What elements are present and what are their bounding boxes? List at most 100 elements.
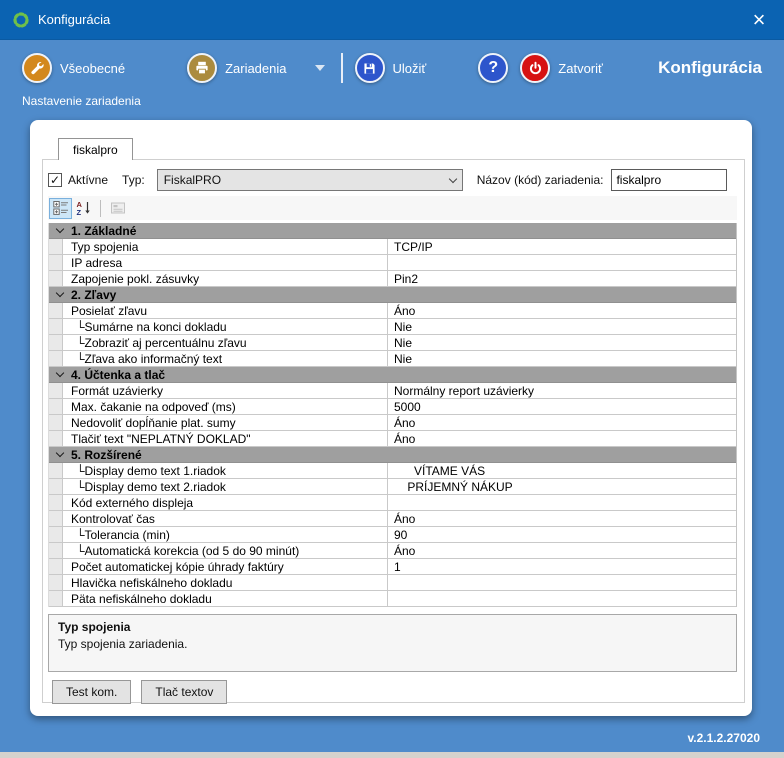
grid-property-row[interactable]: └Display demo text 2.riadok PRÍJEMNÝ NÁK…: [49, 479, 736, 495]
grid-category-row[interactable]: 1. Základné: [49, 223, 736, 239]
property-value[interactable]: VÍTAME VÁS: [388, 463, 736, 478]
property-value[interactable]: TCP/IP: [388, 239, 736, 254]
grid-property-row[interactable]: Päta nefiskálneho dokladu: [49, 591, 736, 607]
property-name[interactable]: └Zobraziť aj percentuálnu zľavu: [63, 335, 388, 350]
grid-property-row[interactable]: Nedovoliť dopĺňanie plat. sumyÁno: [49, 415, 736, 431]
chevron-down-icon[interactable]: [49, 453, 71, 456]
grid-property-row[interactable]: └Sumárne na konci dokladuNie: [49, 319, 736, 335]
property-name[interactable]: └Tolerancia (min): [63, 527, 388, 542]
property-name[interactable]: └Display demo text 2.riadok: [63, 479, 388, 494]
close-window-button[interactable]: Zatvoriť: [520, 53, 603, 83]
row-gutter: [49, 479, 63, 494]
main-toolbar: Všeobecné Zariadenia: [0, 44, 784, 92]
property-name[interactable]: Max. čakanie na odpoveď (ms): [63, 399, 388, 414]
row-gutter: [49, 575, 63, 590]
grid-property-row[interactable]: Počet automatickej kópie úhrady faktúry1: [49, 559, 736, 575]
grid-property-row[interactable]: IP adresa: [49, 255, 736, 271]
active-label: Aktívne: [68, 173, 108, 187]
property-name[interactable]: └Display demo text 1.riadok: [63, 463, 388, 478]
device-type-select[interactable]: FiskalPRO: [157, 169, 463, 191]
print-texts-button[interactable]: Tlač textov: [141, 680, 227, 704]
devices-dropdown-chevron-icon[interactable]: [315, 65, 325, 71]
grid-property-row[interactable]: Kontrolovať časÁno: [49, 511, 736, 527]
property-value[interactable]: PRÍJEMNÝ NÁKUP: [388, 479, 736, 494]
categorized-view-button[interactable]: [49, 198, 72, 219]
bottom-edge: [0, 752, 784, 758]
property-value[interactable]: Áno: [388, 415, 736, 430]
property-value[interactable]: Nie: [388, 335, 736, 350]
help-button[interactable]: ?: [478, 53, 508, 83]
property-value[interactable]: Nie: [388, 351, 736, 366]
property-name[interactable]: Hlavička nefiskálneho dokladu: [63, 575, 388, 590]
grid-property-row[interactable]: └Display demo text 1.riadok VÍTAME VÁS: [49, 463, 736, 479]
property-name[interactable]: └Automatická korekcia (od 5 do 90 minút): [63, 543, 388, 558]
property-name[interactable]: Tlačiť text "NEPLATNÝ DOKLAD": [63, 431, 388, 446]
property-value[interactable]: Pin2: [388, 271, 736, 286]
grid-property-row[interactable]: Formát uzávierkyNormálny report uzávierk…: [49, 383, 736, 399]
property-name[interactable]: Počet automatickej kópie úhrady faktúry: [63, 559, 388, 574]
close-icon[interactable]: ×: [744, 10, 774, 30]
property-name[interactable]: Formát uzávierky: [63, 383, 388, 398]
chevron-down-icon[interactable]: [49, 373, 71, 376]
row-gutter: [49, 255, 63, 270]
grid-property-row[interactable]: Zapojenie pokl. zásuvkyPin2: [49, 271, 736, 287]
power-icon: [520, 53, 550, 83]
property-value[interactable]: 90: [388, 527, 736, 542]
property-name[interactable]: Kontrolovať čas: [63, 511, 388, 526]
title-bar: Konfigurácia ×: [0, 0, 784, 40]
property-name[interactable]: Päta nefiskálneho dokladu: [63, 591, 388, 606]
property-value[interactable]: [388, 495, 736, 510]
property-value[interactable]: Nie: [388, 319, 736, 334]
property-value[interactable]: [388, 255, 736, 270]
grid-property-row[interactable]: Hlavička nefiskálneho dokladu: [49, 575, 736, 591]
property-name[interactable]: Posielať zľavu: [63, 303, 388, 318]
grid-property-row[interactable]: Typ spojeniaTCP/IP: [49, 239, 736, 255]
property-name[interactable]: Kód externého displeja: [63, 495, 388, 510]
property-name[interactable]: Typ spojenia: [63, 239, 388, 254]
device-name-input[interactable]: [611, 169, 727, 191]
property-value[interactable]: Áno: [388, 431, 736, 446]
page-title: Konfigurácia: [658, 58, 762, 78]
property-pages-button: [106, 198, 129, 219]
grid-category-row[interactable]: 5. Rozšírené: [49, 447, 736, 463]
property-value[interactable]: Normálny report uzávierky: [388, 383, 736, 398]
property-value[interactable]: Áno: [388, 511, 736, 526]
grid-property-row[interactable]: └Tolerancia (min)90: [49, 527, 736, 543]
grid-property-row[interactable]: └Automatická korekcia (od 5 do 90 minút)…: [49, 543, 736, 559]
property-name[interactable]: └Sumárne na konci dokladu: [63, 319, 388, 334]
grid-property-row[interactable]: Kód externého displeja: [49, 495, 736, 511]
device-name-label: Názov (kód) zariadenia:: [477, 173, 604, 187]
property-name[interactable]: IP adresa: [63, 255, 388, 270]
test-communication-button[interactable]: Test kom.: [52, 680, 131, 704]
active-checkbox[interactable]: ✓: [48, 173, 62, 187]
property-value[interactable]: 1: [388, 559, 736, 574]
chevron-down-icon[interactable]: [49, 229, 71, 232]
grid-property-row[interactable]: Tlačiť text "NEPLATNÝ DOKLAD"Áno: [49, 431, 736, 447]
grid-category-row[interactable]: 4. Účtenka a tlač: [49, 367, 736, 383]
tab-fiskalpro[interactable]: fiskalpro: [58, 138, 133, 160]
property-value[interactable]: Áno: [388, 543, 736, 558]
property-value[interactable]: 5000: [388, 399, 736, 414]
property-pages-icon: [110, 200, 126, 216]
sort-alphabetical-button[interactable]: A Z: [72, 198, 95, 219]
property-name[interactable]: └Zľava ako informačný text: [63, 351, 388, 366]
grid-category-row[interactable]: 2. Zľavy: [49, 287, 736, 303]
save-label: Uložiť: [393, 61, 427, 76]
grid-property-row[interactable]: Max. čakanie na odpoveď (ms)5000: [49, 399, 736, 415]
grid-property-row[interactable]: Posielať zľavuÁno: [49, 303, 736, 319]
property-name[interactable]: Zapojenie pokl. zásuvky: [63, 271, 388, 286]
property-value[interactable]: [388, 591, 736, 606]
category-label: 5. Rozšírené: [71, 448, 142, 462]
save-button[interactable]: Uložiť: [355, 53, 427, 83]
devices-button[interactable]: Zariadenia: [187, 53, 286, 83]
general-button[interactable]: Všeobecné: [22, 53, 125, 83]
property-value[interactable]: Áno: [388, 303, 736, 318]
grid-property-row[interactable]: └Zľava ako informačný textNie: [49, 351, 736, 367]
grid-property-row[interactable]: └Zobraziť aj percentuálnu zľavuNie: [49, 335, 736, 351]
row-gutter: [49, 415, 63, 430]
chevron-down-icon[interactable]: [49, 293, 71, 296]
category-label: 2. Zľavy: [71, 288, 116, 302]
property-name[interactable]: Nedovoliť dopĺňanie plat. sumy: [63, 415, 388, 430]
pg-toolbar-separator: [100, 200, 101, 217]
property-value[interactable]: [388, 575, 736, 590]
